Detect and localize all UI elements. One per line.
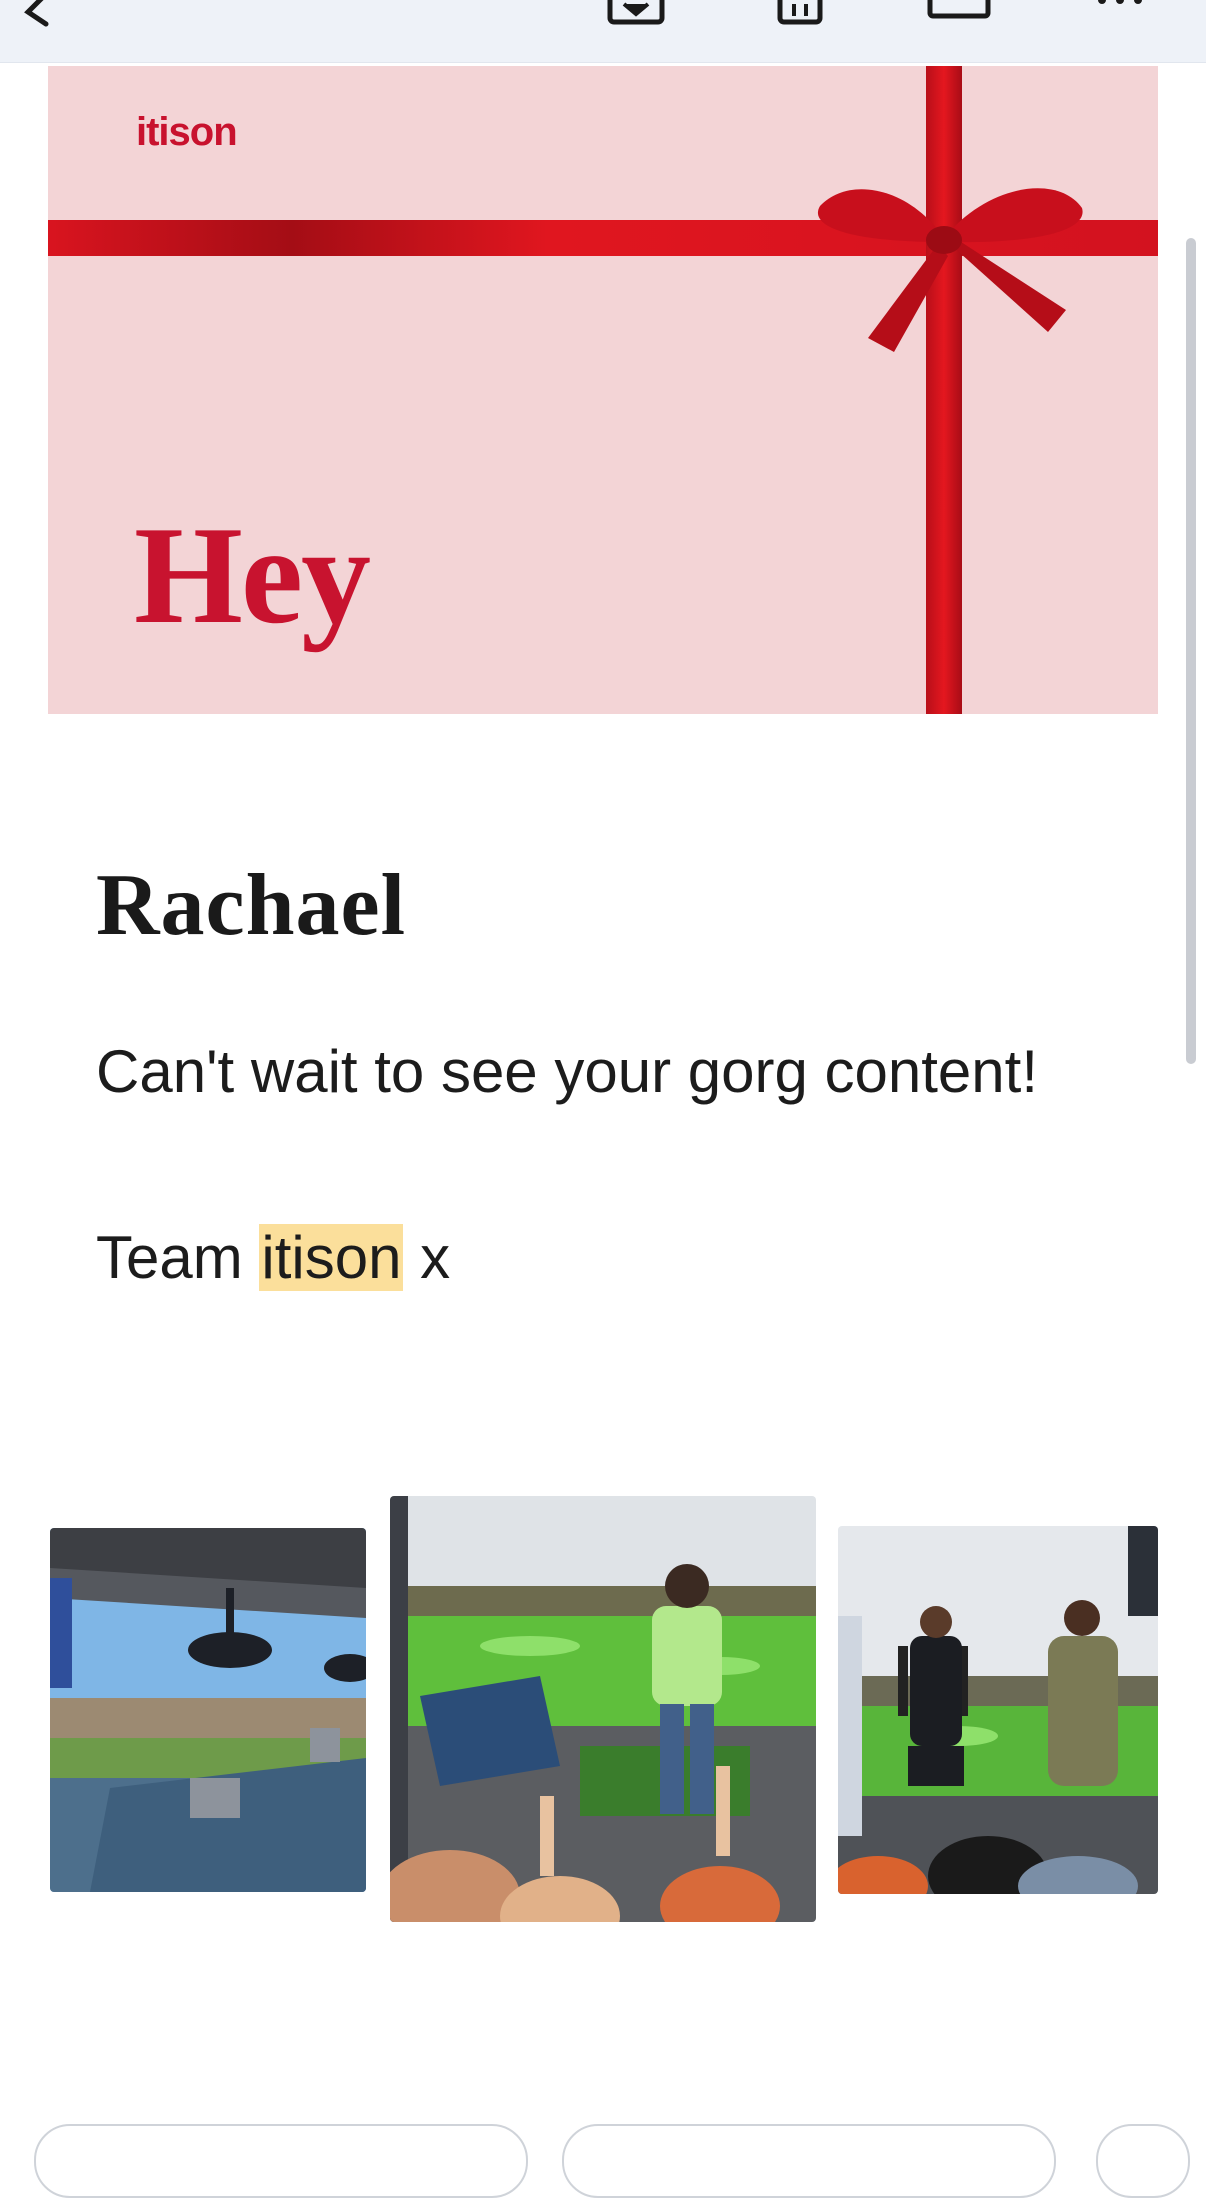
recipient-name: Rachael [96,857,407,954]
action-chip[interactable] [562,2124,1056,2198]
action-chip[interactable] [34,2124,528,2198]
banner-greeting: Hey [134,498,371,653]
archive-icon[interactable] [606,0,666,30]
driving-range-bay-photo[interactable] [50,1528,366,1892]
brand-logo: itison [136,110,238,154]
signoff-highlight: itison [259,1224,404,1291]
signoff-prefix: Team [96,1224,243,1291]
message-text: Can't wait to see your gorg content! [96,1038,1038,1105]
mail-icon[interactable] [924,0,994,30]
scrollbar[interactable] [1186,238,1196,1064]
more-icon[interactable] [1090,0,1150,30]
group-cheering-photo[interactable] [838,1526,1158,1894]
signoff-suffix: x [420,1224,451,1291]
back-icon[interactable] [14,0,64,30]
golfer-celebrating-photo[interactable] [390,1496,816,1922]
signoff: Team itison x [96,1224,450,1291]
gift-banner: itison Hey [48,66,1158,714]
email-toolbar [0,0,1206,63]
action-chip[interactable] [1096,2124,1190,2198]
delete-icon[interactable] [770,0,830,30]
